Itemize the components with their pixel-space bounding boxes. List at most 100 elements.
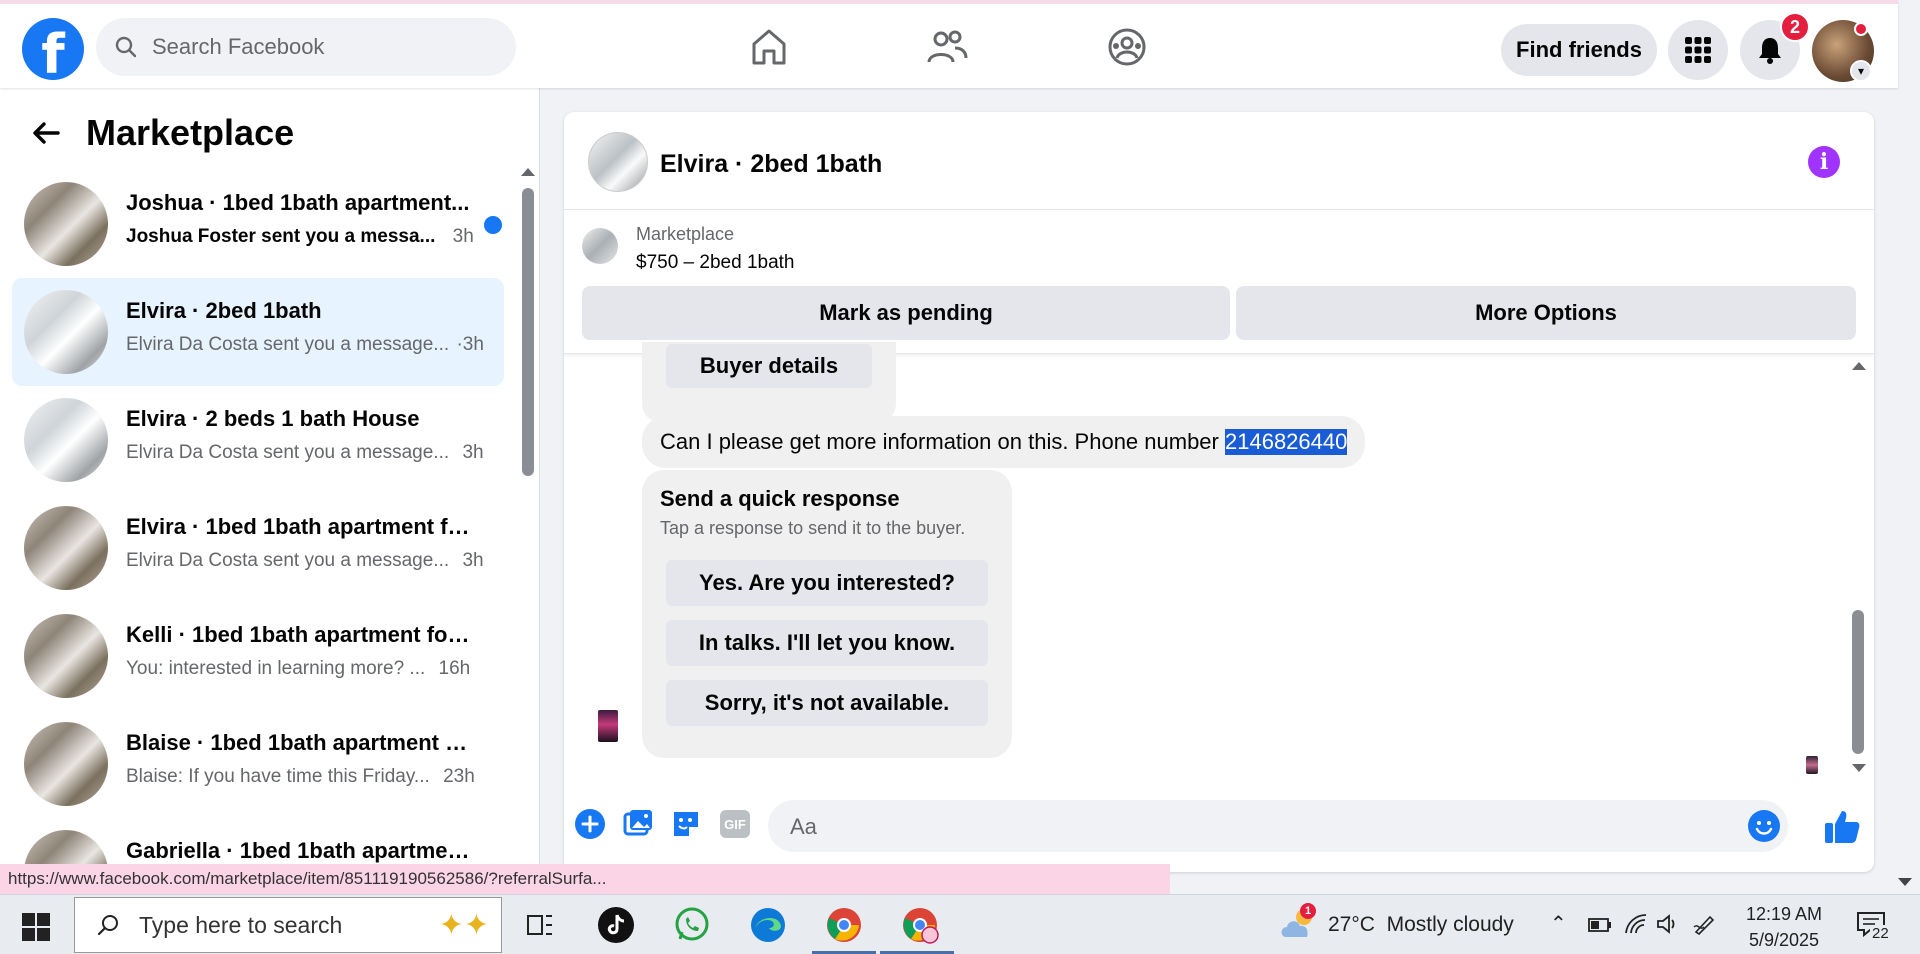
quick-response-option[interactable]: In talks. I'll let you know.: [666, 620, 988, 666]
conversation-item[interactable]: Elvira · 2 beds 1 bath House Elvira Da C…: [12, 386, 504, 494]
weather-badge: 1: [1300, 903, 1316, 919]
scroll-down-arrow[interactable]: [1852, 764, 1866, 772]
status-bar-url: https://www.facebook.com/marketplace/ite…: [0, 864, 1170, 894]
quick-response-title: Send a quick response: [660, 486, 900, 511]
conversation-preview: Elvira Da Costa sent you a message... 3h: [126, 442, 484, 463]
friends-icon[interactable]: [924, 24, 970, 70]
more-options-button[interactable]: More Options: [1236, 286, 1856, 340]
conversation-title: Elvira · 2bed 1bath: [126, 298, 322, 323]
grid-menu-icon: [1685, 37, 1711, 63]
conversation-item[interactable]: Joshua · 1bed 1bath apartment... Joshua …: [12, 170, 504, 278]
chat-title[interactable]: Elvira · 2bed 1bath: [660, 150, 882, 179]
conversation-item[interactable]: Elvira · 1bed 1bath apartment fo... Elvi…: [12, 494, 504, 602]
chevron-up-icon[interactable]: ⌃: [1550, 911, 1567, 936]
chrome-profile-browser-icon[interactable]: [896, 901, 944, 949]
avatar-status-dot: [1854, 22, 1868, 36]
wifi-icon[interactable]: [1624, 913, 1648, 935]
listing-avatar[interactable]: [588, 132, 648, 192]
conversation-preview: You: interested in learning more? ... 16…: [126, 658, 471, 679]
mark-as-pending-button[interactable]: Mark as pending: [582, 286, 1230, 340]
marketplace-inbox-sidebar: Marketplace Joshua · 1bed 1bath apartmen…: [0, 88, 540, 892]
conversation-title: Joshua · 1bed 1bath apartment...: [126, 190, 470, 215]
search-placeholder: Search Facebook: [152, 34, 325, 59]
groups-icon[interactable]: [1104, 24, 1150, 70]
listing-thumbnail: [24, 722, 108, 806]
chevron-down-icon[interactable]: ▾: [1850, 60, 1872, 82]
facebook-logo[interactable]: f: [22, 18, 84, 80]
home-icon[interactable]: [746, 24, 792, 70]
message-input[interactable]: Aa: [768, 800, 1788, 852]
listing-price[interactable]: $750 – 2bed 1bath: [636, 252, 795, 274]
pen-icon[interactable]: [1692, 913, 1716, 935]
notification-badge: 2: [1780, 12, 1810, 42]
notification-count: 22: [1870, 925, 1891, 942]
listing-thumbnail: [24, 290, 108, 374]
task-view-icon[interactable]: [516, 901, 564, 949]
listing-thumbnail: [24, 614, 108, 698]
whatsapp-app-icon[interactable]: [668, 901, 716, 949]
listing-thumbnail[interactable]: [582, 228, 618, 264]
clock-time: 12:19 AM: [1745, 904, 1823, 924]
plus-circle-icon[interactable]: [574, 808, 606, 840]
listing-thumbnail: [24, 506, 108, 590]
sticker-icon[interactable]: [670, 808, 702, 840]
conversation-item-active[interactable]: Elvira · 2bed 1bath Elvira Da Costa sent…: [12, 278, 504, 386]
read-receipt-avatar: [1806, 756, 1818, 774]
info-icon[interactable]: i: [1808, 146, 1840, 178]
thumbs-up-icon[interactable]: [1822, 806, 1862, 846]
chat-scrollbar[interactable]: [1852, 610, 1864, 754]
conversation-preview: Elvira Da Costa sent you a message... 3h: [126, 550, 484, 571]
conversation-preview: Blaise: If you have time this Friday... …: [126, 766, 475, 787]
message-placeholder: Aa: [790, 814, 817, 839]
taskbar-search-input[interactable]: Type here to search ✦✦: [74, 897, 502, 953]
chrome-browser-icon[interactable]: [820, 901, 868, 949]
emoji-icon[interactable]: [1748, 810, 1780, 842]
listing-thumbnail: [24, 398, 108, 482]
buyer-details-button[interactable]: Buyer details: [666, 344, 872, 388]
taskbar-search-placeholder: Type here to search: [139, 911, 343, 938]
conversation-title: Kelli · 1bed 1bath apartment for ...: [126, 622, 471, 647]
chat-header: Elvira · 2bed 1bath i: [564, 112, 1874, 210]
conversation-item[interactable]: Kelli · 1bed 1bath apartment for ... You…: [12, 602, 504, 710]
search-input[interactable]: Search Facebook: [96, 18, 516, 76]
page-scroll-down-arrow[interactable]: [1898, 878, 1912, 886]
listing-thumbnail: [24, 182, 108, 266]
gif-icon[interactable]: GIF: [720, 810, 750, 838]
quick-response-option[interactable]: Sorry, it's not available.: [666, 680, 988, 726]
highlighted-phone-number[interactable]: 2146826440: [1225, 429, 1348, 455]
unread-indicator: [484, 216, 502, 234]
taskbar-clock[interactable]: 12:19 AM 5/9/2025: [1736, 901, 1832, 953]
message-text: Can I please get more information on thi…: [660, 429, 1219, 454]
quick-response-option[interactable]: Yes. Are you interested?: [666, 560, 988, 606]
menu-button[interactable]: [1668, 20, 1728, 80]
conversation-title: Gabriella · 1bed 1bath apartmen...: [126, 838, 471, 863]
top-navigation-bar: f Search Facebook Find friends 2 ▾: [0, 0, 1898, 88]
sidebar-scrollbar[interactable]: [522, 188, 534, 476]
tiktok-app-icon[interactable]: [592, 901, 640, 949]
scroll-up-arrow[interactable]: [1852, 362, 1866, 370]
battery-icon[interactable]: [1588, 917, 1612, 933]
windows-start-icon[interactable]: [22, 913, 50, 941]
bell-icon: [1759, 38, 1781, 64]
sidebar-title: Marketplace: [86, 112, 295, 153]
chat-panel: Elvira · 2bed 1bath i Marketplace $750 –…: [564, 112, 1874, 872]
sidebar-header: Marketplace: [28, 112, 294, 154]
clock-date: 5/9/2025: [1748, 930, 1820, 950]
scroll-up-arrow[interactable]: [521, 168, 535, 176]
conversation-title: Elvira · 2 beds 1 bath House: [126, 406, 420, 431]
back-arrow-icon[interactable]: [28, 115, 64, 151]
quick-response-card: Send a quick response Tap a response to …: [642, 470, 1012, 758]
conversation-title: Blaise · 1bed 1bath apartment fo...: [126, 730, 471, 755]
listing-source: Marketplace: [636, 224, 735, 244]
edge-browser-icon[interactable]: [744, 901, 792, 949]
photo-icon[interactable]: [622, 808, 654, 840]
conversation-item[interactable]: Blaise · 1bed 1bath apartment fo... Blai…: [12, 710, 504, 818]
search-icon: [97, 915, 118, 936]
conversation-preview: Joshua Foster sent you a messa... 3h: [126, 226, 474, 247]
message-bubble: Can I please get more information on thi…: [642, 416, 1366, 468]
sender-avatar[interactable]: [598, 710, 618, 742]
volume-icon[interactable]: [1656, 913, 1680, 935]
weather-text[interactable]: 27°C Mostly cloudy: [1328, 913, 1514, 937]
find-friends-button[interactable]: Find friends: [1501, 24, 1657, 76]
conversation-title: Elvira · 1bed 1bath apartment fo...: [126, 514, 471, 539]
